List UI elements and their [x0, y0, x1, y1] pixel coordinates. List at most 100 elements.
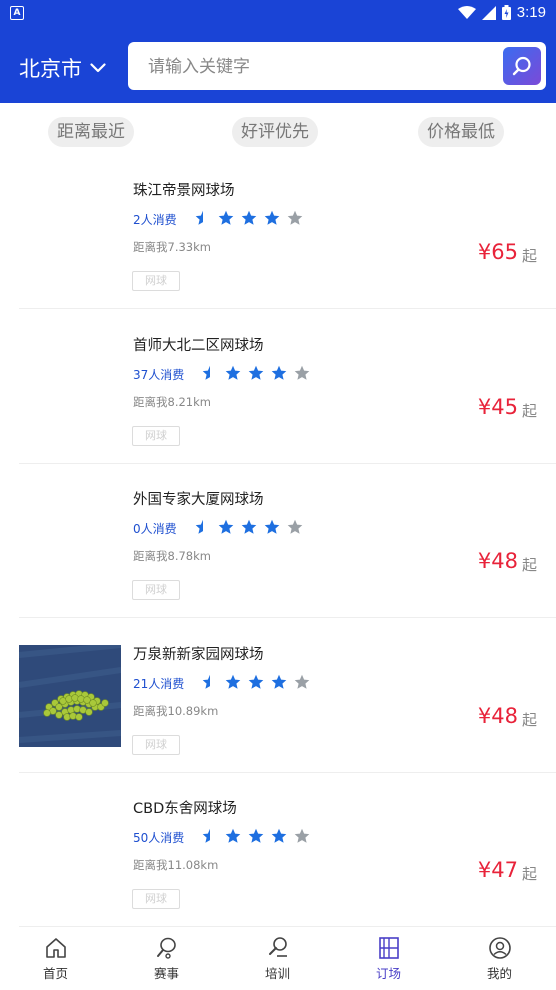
wifi-icon	[457, 5, 476, 19]
star-filled-icon	[271, 365, 287, 380]
venue-name: 万泉新新家园网球场	[133, 646, 264, 663]
venue-price: ¥65	[477, 240, 518, 264]
venue-sport-tag: 网球	[132, 734, 180, 755]
star-empty-icon	[287, 210, 303, 225]
nav-profile[interactable]: 我的	[444, 928, 555, 990]
app-notification-icon: A	[10, 6, 24, 20]
venue-price: ¥47	[477, 858, 518, 882]
sort-rating[interactable]: 好评优先	[232, 117, 318, 147]
sort-price[interactable]: 价格最低	[418, 117, 504, 147]
venue-price-suffix: 起	[521, 710, 537, 729]
nav-training-label: 培训	[264, 966, 290, 981]
venue-rating	[202, 674, 310, 690]
venue-name: 首师大北二区网球场	[133, 337, 264, 354]
venue-price: ¥48	[477, 549, 518, 573]
venue-distance: 距离我8.21km	[133, 394, 211, 409]
star-filled-icon	[264, 519, 280, 534]
star-empty-icon	[294, 365, 310, 380]
star-filled-icon	[225, 674, 241, 689]
star-half-icon	[202, 828, 210, 843]
venue-distance: 距离我7.33km	[133, 240, 211, 254]
venue-rating	[195, 519, 303, 535]
star-filled-icon	[271, 674, 287, 689]
star-empty-icon	[287, 519, 303, 534]
venue-distance: 距离我11.08km	[133, 858, 219, 872]
nav-booking-label: 订场	[375, 966, 401, 981]
venue-price: ¥45	[477, 394, 518, 419]
star-filled-icon	[225, 828, 241, 843]
home-icon	[46, 938, 66, 958]
star-filled-icon	[271, 828, 287, 843]
venue-price-suffix: 起	[521, 556, 537, 574]
star-empty-icon	[294, 828, 310, 843]
venue-consume-count: 37人消费	[133, 367, 185, 382]
star-filled-icon	[241, 210, 257, 225]
venue-card[interactable]: 外国专家大厦网球场 0人消费距离我8.78km 网球 ¥48 起	[0, 464, 556, 618]
venue-distance: 距离我10.89km	[133, 703, 219, 718]
venue-rating	[195, 210, 303, 226]
venue-rating	[202, 828, 310, 844]
venue-card[interactable]: CBD东舍网球场 50人消费距离我11.08km 网球 ¥47 起	[0, 773, 556, 927]
racket-icon	[157, 937, 176, 959]
signal-icon	[481, 5, 496, 20]
venue-consume-count: 2人消费	[133, 213, 177, 227]
city-selector[interactable]: 北京市	[19, 53, 106, 83]
venue-name: CBD东舍网球场	[133, 801, 237, 817]
venue-card[interactable]: 万泉新新家园网球场 21人消费距离我10.89km 网球 ¥48 起	[0, 619, 556, 773]
venue-price: ¥48	[477, 703, 518, 728]
star-filled-icon	[241, 519, 257, 534]
venue-card[interactable]: 珠江帝景网球场 2人消费距离我7.33km 网球 ¥65 起	[0, 155, 556, 309]
star-filled-icon	[248, 365, 264, 380]
star-half-icon	[195, 210, 203, 225]
venue-price-suffix: 起	[521, 401, 537, 420]
venue-card[interactable]: 首师大北二区网球场 37人消费距离我8.21km 网球 ¥45 起	[0, 310, 556, 464]
venue-name: 珠江帝景网球场	[133, 183, 235, 199]
divider	[19, 926, 556, 927]
nav-home-label: 首页	[42, 966, 68, 981]
status-bar: A 3:19	[0, 0, 556, 28]
star-filled-icon	[264, 210, 280, 225]
sort-distance[interactable]: 距离最近	[48, 117, 134, 147]
court-icon	[379, 937, 399, 959]
app-header: 北京市	[0, 28, 556, 103]
venue-photo	[19, 644, 121, 747]
venue-sport-tag: 网球	[132, 580, 180, 600]
star-half-icon	[202, 674, 210, 689]
nav-booking[interactable]: 订场	[333, 928, 444, 990]
nav-training[interactable]: 培训	[222, 928, 333, 990]
star-filled-icon	[218, 210, 234, 225]
venue-sport-tag: 网球	[132, 271, 180, 291]
star-half-icon	[195, 519, 203, 534]
city-label: 北京市	[19, 57, 82, 81]
venue-sport-tag: 网球	[132, 425, 180, 446]
clock: 3:19	[516, 4, 546, 21]
star-filled-icon	[248, 674, 264, 689]
star-half-icon	[202, 365, 210, 380]
venue-name: 外国专家大厦网球场	[133, 492, 264, 508]
venue-consume-count: 50人消费	[133, 831, 185, 845]
venue-consume-count: 0人消费	[133, 522, 177, 536]
nav-events[interactable]: 赛事	[111, 928, 222, 990]
search-input[interactable]	[146, 54, 490, 80]
nav-profile-label: 我的	[486, 966, 512, 981]
venue-consume-count: 21人消费	[133, 676, 185, 691]
search-icon	[512, 56, 531, 76]
star-empty-icon	[294, 674, 310, 689]
battery-icon	[501, 5, 511, 20]
venue-distance: 距离我8.78km	[133, 549, 211, 563]
venue-price-suffix: 起	[521, 247, 537, 265]
search-button[interactable]	[503, 47, 541, 85]
star-filled-icon	[225, 365, 241, 380]
nav-events-label: 赛事	[153, 966, 179, 981]
star-filled-icon	[218, 519, 234, 534]
status-right: 3:19	[457, 4, 546, 21]
bottom-nav: 首页 赛事 培训 订场 我的	[0, 928, 556, 990]
sort-bar: 距离最近 好评优先 价格最低	[0, 103, 556, 155]
nav-home[interactable]: 首页	[0, 928, 111, 990]
search-box	[128, 42, 546, 90]
training-icon	[269, 937, 287, 957]
venue-sport-tag: 网球	[132, 889, 180, 909]
venue-price-suffix: 起	[521, 865, 537, 883]
venue-rating	[202, 365, 310, 381]
chevron-down-icon	[90, 63, 106, 73]
